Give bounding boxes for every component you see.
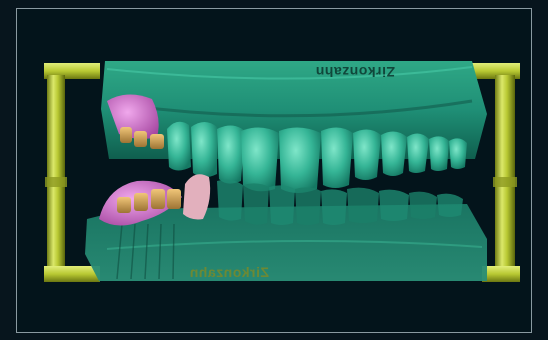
lower-model-label: Zirkonzahn xyxy=(189,264,269,280)
3d-viewport[interactable]: Zirkonzahn Zirkonzahn xyxy=(16,8,532,333)
upper-model-label: Zirkonzahn xyxy=(315,64,395,80)
dental-model-render: Zirkonzahn Zirkonzahn xyxy=(44,61,520,282)
app-frame: Zirkonzahn Zirkonzahn xyxy=(0,0,548,340)
articulator-bottom-bar-right xyxy=(482,266,520,282)
articulator-bottom-bar-left xyxy=(44,266,100,282)
